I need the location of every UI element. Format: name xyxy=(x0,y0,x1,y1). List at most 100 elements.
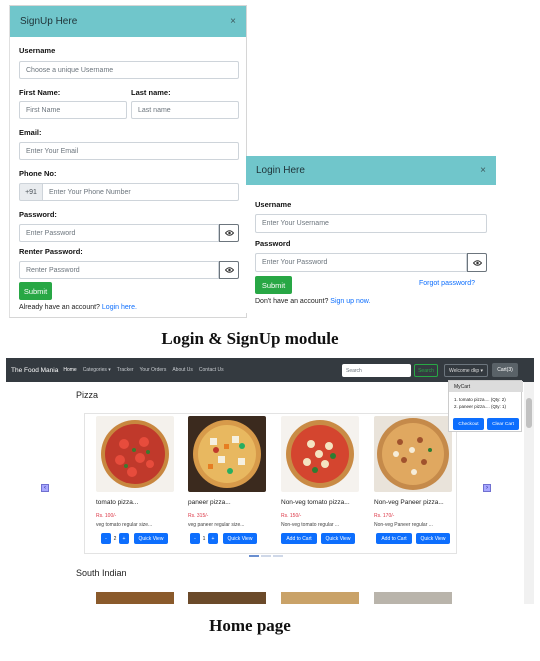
login-modal-header: Login Here × xyxy=(246,156,496,185)
product-description: veg tomato regular size... xyxy=(96,522,153,528)
add-to-cart-button[interactable]: Add to Cart xyxy=(376,533,412,544)
qty-plus-button[interactable]: + xyxy=(119,533,129,544)
carousel-indicator[interactable] xyxy=(273,555,283,557)
first-name-input[interactable]: First Name xyxy=(19,101,127,119)
phone-prefix: +91 xyxy=(19,183,43,201)
product-price: Rs. 150/- xyxy=(281,513,302,519)
navbar: The Food Mania Home Categories ▾ Tracker… xyxy=(6,358,534,382)
product-name: Non-veg Paneer pizza... xyxy=(374,499,444,506)
carousel-prev-icon[interactable]: ‹ xyxy=(41,484,49,492)
quick-view-button[interactable]: Quick View xyxy=(223,533,257,544)
renter-password-input-group: Renter Password xyxy=(19,261,239,279)
quick-view-button[interactable]: Quick View xyxy=(134,533,168,544)
cart-item: 1. tomato pizza.... (Qty: 2) xyxy=(454,397,506,402)
pizza-image[interactable] xyxy=(374,416,452,492)
caption-login-signup: Login & SignUp module xyxy=(161,329,339,348)
renter-password-input[interactable]: Renter Password xyxy=(19,261,219,279)
last-name-input[interactable]: Last name xyxy=(131,101,239,119)
close-icon[interactable]: × xyxy=(230,16,236,27)
login-link[interactable]: Login here. xyxy=(102,304,137,311)
nav-your-orders[interactable]: Your Orders xyxy=(140,367,167,373)
login-username-input[interactable]: Enter Your Username xyxy=(255,214,487,233)
brand[interactable]: The Food Mania xyxy=(11,367,58,374)
eye-icon[interactable] xyxy=(219,261,239,279)
product-description: veg paneer regular size... xyxy=(188,522,245,528)
carousel-next-icon[interactable]: › xyxy=(483,484,491,492)
food-image[interactable] xyxy=(281,592,359,604)
qty-value: 1 xyxy=(202,535,206,542)
qty-value: 2 xyxy=(113,535,117,542)
username-input[interactable]: Choose a unique Username xyxy=(19,61,239,79)
product-description: Non-veg tomato regular ... xyxy=(281,522,340,528)
qty-minus-button[interactable]: - xyxy=(101,533,111,544)
login-password-input[interactable]: Enter Your Password xyxy=(255,253,467,272)
eye-icon[interactable] xyxy=(219,224,239,242)
welcome-dropdown[interactable]: Welcome dkp ▾ xyxy=(444,364,488,377)
signup-link[interactable]: Sign up now. xyxy=(330,298,370,305)
cart-dropdown: MyCart 1. tomato pizza.... (Qty: 2) 2. p… xyxy=(448,380,523,432)
nav-home[interactable]: Home xyxy=(63,367,76,373)
qty-plus-button[interactable]: + xyxy=(208,533,218,544)
nav-tracker[interactable]: Tracker xyxy=(117,367,134,373)
nav-about-us[interactable]: About Us xyxy=(172,367,193,373)
signup-title: SignUp Here xyxy=(20,16,78,27)
product-price: Rs. 170/- xyxy=(374,513,395,519)
login-footer-text: Don't have an account? xyxy=(255,298,329,305)
product-card: paneer pizza... Rs. 315/- veg paneer reg… xyxy=(188,413,274,554)
product-price: Rs. 315/- xyxy=(188,513,209,519)
qty-minus-button[interactable]: - xyxy=(190,533,200,544)
cart-button[interactable]: Cart(3) xyxy=(492,363,518,377)
login-password-label: Password xyxy=(255,239,291,248)
scrollbar-thumb[interactable] xyxy=(526,398,532,428)
section-title-pizza: Pizza xyxy=(76,390,99,400)
phone-input-group: +91 Enter Your Phone Number xyxy=(19,183,239,201)
login-username-label: Username xyxy=(255,200,292,209)
product-name: paneer pizza... xyxy=(188,499,231,506)
eye-icon[interactable] xyxy=(467,253,487,272)
nav-contact-us[interactable]: Contact Us xyxy=(199,367,224,373)
product-price: Rs. 100/- xyxy=(96,513,117,519)
first-name-label: First Name: xyxy=(19,88,61,97)
checkout-button[interactable]: Checkout xyxy=(453,418,484,430)
product-name: tomato pizza... xyxy=(96,499,139,506)
login-footer: Don't have an account? Sign up now. xyxy=(255,298,370,305)
food-image[interactable] xyxy=(96,592,174,604)
last-name-label: Last name: xyxy=(131,88,171,97)
signup-footer-text: Already have an account? xyxy=(19,304,100,311)
cart-title: MyCart xyxy=(449,381,523,392)
carousel-indicator[interactable] xyxy=(261,555,271,557)
home-page-screenshot: The Food Mania Home Categories ▾ Tracker… xyxy=(6,358,534,604)
product-name: Non-veg tomato pizza... xyxy=(281,499,350,506)
login-modal: Login Here × Username Enter Your Usernam… xyxy=(246,156,496,313)
pizza-image[interactable] xyxy=(96,416,174,492)
email-input[interactable]: Enter Your Email xyxy=(19,142,239,160)
food-image[interactable] xyxy=(188,592,266,604)
signup-modal-header: SignUp Here × xyxy=(10,6,246,37)
food-image[interactable] xyxy=(374,592,452,604)
email-label: Email: xyxy=(19,128,42,137)
password-input-group: Enter Password xyxy=(19,224,239,242)
section-title-south-indian: South Indian xyxy=(76,568,127,578)
login-password-input-group: Enter Your Password xyxy=(255,253,487,272)
cart-item: 2. paneer pizza.... (Qty: 1) xyxy=(454,404,507,409)
close-icon[interactable]: × xyxy=(480,165,486,176)
search-button[interactable]: Search xyxy=(414,364,438,377)
password-input[interactable]: Enter Password xyxy=(19,224,219,242)
nav-categories[interactable]: Categories ▾ xyxy=(83,367,111,373)
password-label: Password: xyxy=(19,210,57,219)
quick-view-button[interactable]: Quick View xyxy=(416,533,450,544)
clear-cart-button[interactable]: Clear Cart xyxy=(487,418,519,430)
add-to-cart-button[interactable]: Add to Cart xyxy=(281,533,317,544)
forgot-password-link[interactable]: Forgot password? xyxy=(419,280,475,287)
product-card: Non-veg Paneer pizza... Rs. 170/- Non-ve… xyxy=(374,413,460,554)
username-label: Username xyxy=(19,46,56,55)
quick-view-button[interactable]: Quick View xyxy=(321,533,355,544)
login-submit-button[interactable]: Submit xyxy=(255,276,292,294)
signup-submit-button[interactable]: Submit xyxy=(19,282,52,300)
product-description: Non-veg Paneer regular ... xyxy=(374,522,433,528)
carousel-indicator[interactable] xyxy=(249,555,259,557)
phone-input[interactable]: Enter Your Phone Number xyxy=(43,183,239,201)
pizza-image[interactable] xyxy=(188,416,266,492)
pizza-image[interactable] xyxy=(281,416,359,492)
search-input[interactable]: Search xyxy=(342,364,411,377)
